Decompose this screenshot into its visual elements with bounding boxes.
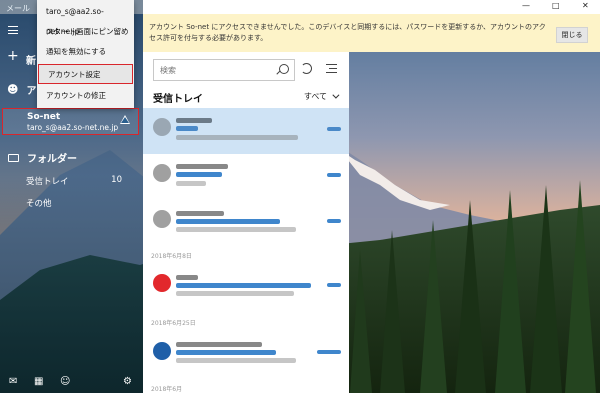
sidebar-item-other[interactable]: その他 [26, 197, 52, 209]
folders-label: フォルダー [27, 154, 77, 165]
new-mail-label[interactable]: 新 [26, 52, 36, 67]
new-mail-plus-icon[interactable]: + [7, 48, 19, 64]
list-title: 受信トレイ [153, 94, 203, 105]
date-group-header: 2018年6月8日 [151, 253, 192, 260]
close-banner-button[interactable]: 閉じる [556, 27, 588, 43]
list-item[interactable] [143, 204, 349, 244]
menu-item-account-email[interactable]: taro_s@aa2.so-net.ne.jp [37, 2, 134, 36]
filter-dropdown[interactable]: すべて [304, 91, 337, 102]
bottom-toolbar: ✉ ▦ ☺ ⚙ [0, 371, 143, 393]
unread-count: 10 [111, 175, 122, 185]
menu-item-account-settings[interactable]: アカウント設定 [38, 64, 133, 84]
maximize-icon[interactable]: □ [552, 1, 560, 10]
message-list-pane: 受信トレイ すべて 2018年6月8日 2018年6月25日 20 [143, 0, 349, 393]
subject-placeholder [176, 126, 198, 131]
list-item[interactable] [143, 156, 349, 200]
account-email: taro_s@aa2.so-net.ne.jp [27, 123, 119, 132]
sender-placeholder [176, 275, 198, 280]
folder-icon [8, 153, 19, 162]
search-input[interactable] [160, 64, 270, 77]
list-item[interactable] [143, 265, 349, 307]
people-icon[interactable]: ☺ [60, 376, 70, 387]
list-item[interactable] [143, 108, 349, 154]
subject-placeholder [176, 283, 311, 288]
calendar-icon[interactable]: ▦ [34, 376, 43, 387]
search-box[interactable] [153, 59, 295, 81]
avatar [153, 164, 171, 182]
subject-placeholder [176, 172, 222, 177]
mail-icon[interactable]: ✉ [9, 376, 17, 387]
folders-header[interactable]: フォルダー [8, 150, 77, 165]
avatar [153, 274, 171, 292]
avatar [153, 210, 171, 228]
list-item[interactable] [143, 332, 349, 374]
gear-icon[interactable]: ⚙ [123, 376, 132, 387]
banner-message: アカウント So-net にアクセスできませんでした。このデバイスと同期するには… [149, 23, 546, 42]
sidebar-item-label: 受信トレイ [26, 177, 69, 187]
window-controls: — □ ✕ [510, 0, 600, 14]
account-item-so-net[interactable]: So-net taro_s@aa2.so-net.ne.jp [2, 108, 139, 135]
avatar [153, 118, 171, 136]
date-placeholder [327, 173, 341, 177]
preview-placeholder [176, 181, 206, 186]
subject-placeholder [176, 219, 280, 224]
account-error-banner: アカウント So-net にアクセスできませんでした。このデバイスと同期するには… [143, 14, 600, 52]
preview-placeholder [176, 358, 296, 363]
subject-placeholder [176, 350, 276, 355]
sender-placeholder [176, 164, 228, 169]
sidebar-item-inbox[interactable]: 受信トレイ 10 [26, 175, 126, 187]
app-title: メール [6, 4, 30, 13]
menu-item-disable-notifications[interactable]: 通知を無効にする [37, 42, 134, 62]
warning-icon [120, 115, 130, 124]
date-placeholder [327, 127, 341, 131]
date-group-header: 2018年6月25日 [151, 320, 196, 327]
date-group-header: 2018年6月 [151, 386, 183, 393]
search-icon[interactable] [279, 64, 289, 74]
menu-item-pin-to-start[interactable]: スタート画面にピン留め [37, 22, 134, 42]
hamburger-menu-icon[interactable] [8, 26, 18, 34]
preview-placeholder [176, 291, 294, 296]
date-placeholder [327, 219, 341, 223]
account-name: So-net [27, 112, 61, 122]
sender-placeholder [176, 211, 224, 216]
sync-icon[interactable] [301, 63, 312, 74]
person-icon: ☻ [7, 83, 19, 96]
menu-item-fix-account[interactable]: アカウントの修正 [37, 86, 134, 106]
sidebar-item-label: その他 [26, 199, 52, 209]
preview-placeholder [176, 227, 296, 232]
minimize-icon[interactable]: — [522, 1, 530, 10]
close-window-icon[interactable]: ✕ [582, 1, 589, 10]
select-mode-icon[interactable] [326, 64, 337, 73]
preview-placeholder [176, 135, 298, 140]
avatar [153, 342, 171, 360]
date-placeholder [317, 350, 341, 354]
sender-placeholder [176, 342, 262, 347]
account-context-menu: taro_s@aa2.so-net.ne.jp スタート画面にピン留め 通知を無… [37, 0, 134, 108]
sender-placeholder [176, 118, 212, 123]
date-placeholder [327, 283, 341, 287]
